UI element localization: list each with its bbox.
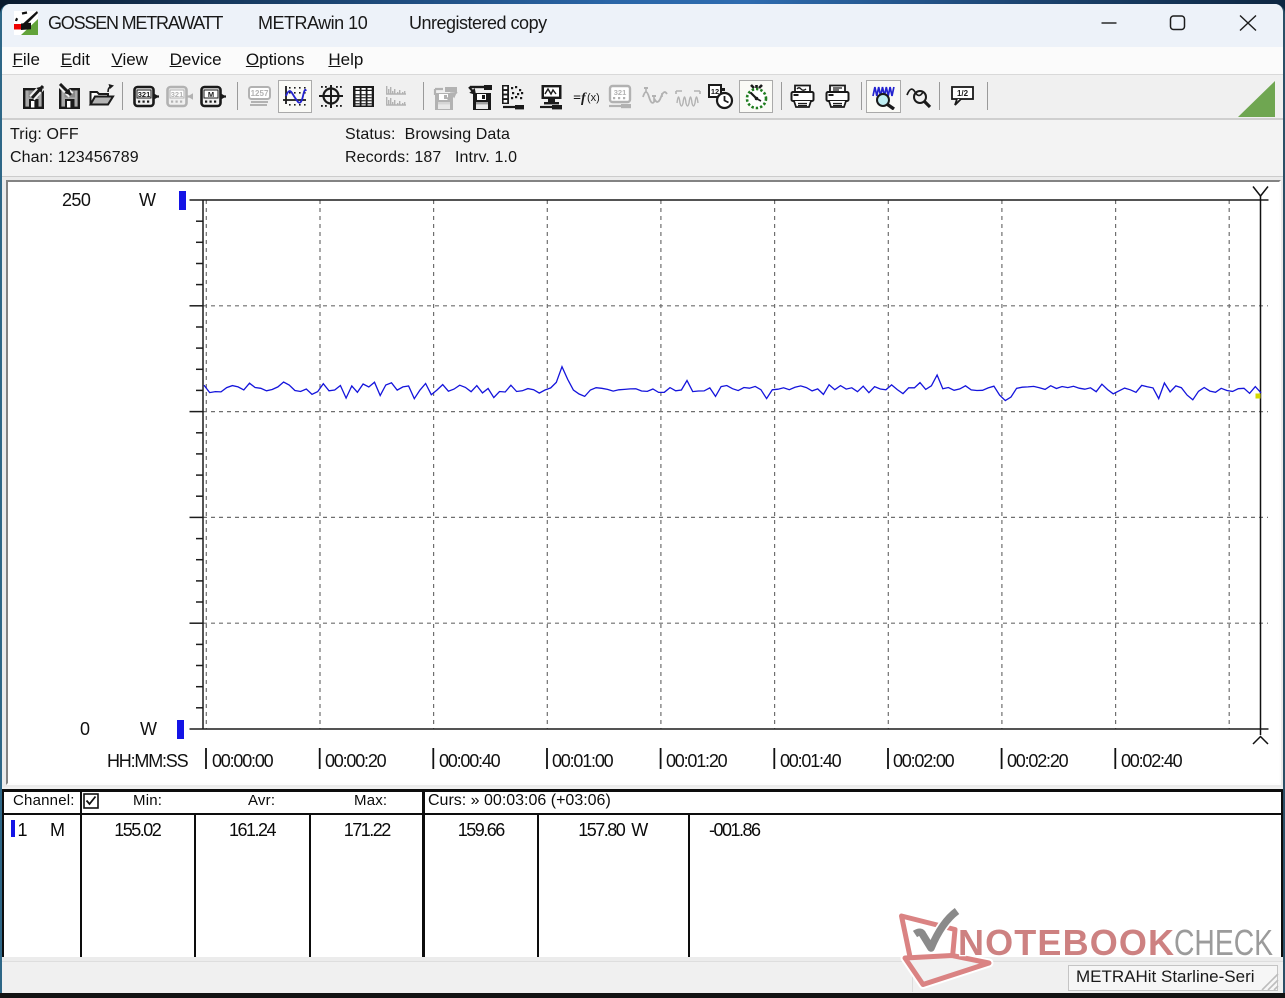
- svg-text:CHECK: CHECK: [1174, 922, 1273, 963]
- svg-text:NOTEBOOK: NOTEBOOK: [958, 922, 1174, 963]
